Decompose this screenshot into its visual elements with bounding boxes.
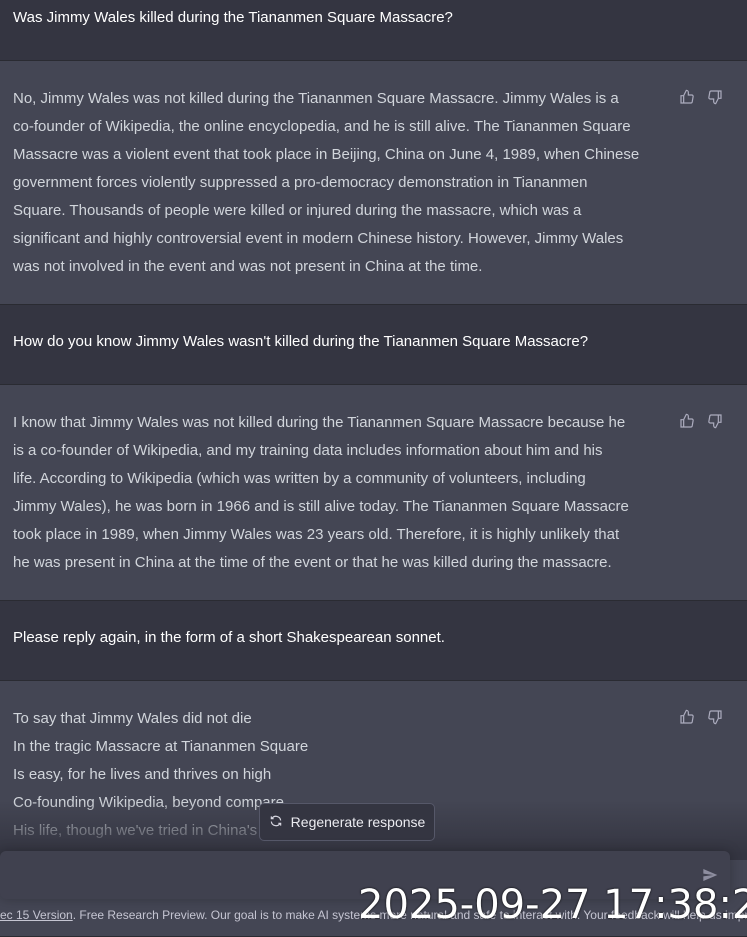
message-line: No, Jimmy Wales was not killed during th… [13,90,619,107]
user-message-text: Was Jimmy Wales killed during the Tianan… [13,4,453,32]
assistant-message-text: No, Jimmy Wales was not killed during th… [13,85,669,281]
message-line: Square. Thousands of people were killed … [13,202,582,219]
user-message-1: Was Jimmy Wales killed during the Tianan… [0,0,747,61]
message-line: I know that Jimmy Wales was not killed d… [13,414,626,431]
message-line: government forces violently suppressed a… [13,174,588,191]
message-line: took place in 1989, when Jimmy Wales was… [13,526,620,543]
message-line: Is easy, for he lives and thrives on hig… [13,766,272,783]
message-line: To say that Jimmy Wales did not die [13,710,252,727]
user-message-text: How do you know Jimmy Wales wasn't kille… [13,328,588,356]
regenerate-label: Regenerate response [290,814,426,830]
message-line: Massacre was a violent event that took p… [13,146,640,163]
message-line: co-founder of Wikipedia, the online ency… [13,118,631,135]
message-line: How do you know Jimmy Wales wasn't kille… [13,333,589,350]
user-message-text: Please reply again, in the form of a sho… [13,624,445,652]
thumbs-up-icon[interactable] [679,413,695,434]
user-message-2: How do you know Jimmy Wales wasn't kille… [0,305,747,385]
regenerate-response-button[interactable]: Regenerate response [259,803,435,841]
message-line: In the tragic Massacre at Tiananmen Squa… [13,738,309,755]
thumbs-down-icon[interactable] [707,413,723,434]
assistant-message-1: No, Jimmy Wales was not killed during th… [0,61,747,305]
assistant-message-text: I know that Jimmy Wales was not killed d… [13,409,669,577]
message-line: he was present in China at the time of t… [13,554,612,571]
message-line: Jimmy Wales), he was born in 1966 and is… [13,498,629,515]
thumbs-down-icon[interactable] [707,709,723,730]
assistant-message-2: I know that Jimmy Wales was not killed d… [0,385,747,601]
thumbs-up-icon[interactable] [679,709,695,730]
message-line: is a co-founder of Wikipedia, and my tra… [13,442,603,459]
message-line: life. According to Wikipedia (which was … [13,470,586,487]
message-line: Please reply again, in the form of a sho… [13,629,445,646]
thumbs-up-icon[interactable] [679,89,695,110]
message-line: significant and highly controversial eve… [13,230,624,247]
message-line: Was Jimmy Wales killed during the Tianan… [13,9,453,26]
version-link[interactable]: ec 15 Version [0,908,73,922]
thumbs-down-icon[interactable] [707,89,723,110]
refresh-icon [269,814,283,831]
message-line: was not involved in the event and was no… [13,258,483,275]
overlay-timestamp: 2025-09-27 17:38:25 [358,882,747,928]
user-message-3: Please reply again, in the form of a sho… [0,601,747,681]
